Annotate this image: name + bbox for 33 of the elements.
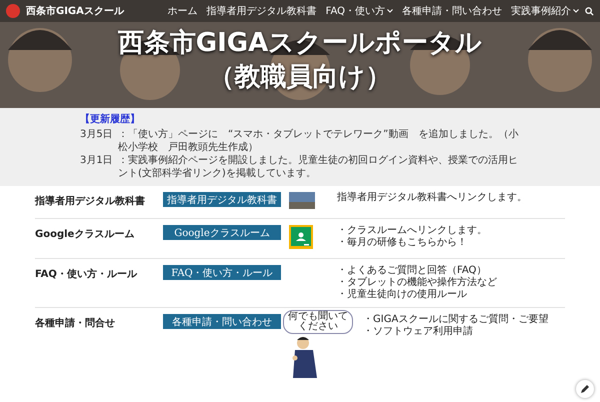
update-history-heading: 【更新履歴】 (80, 113, 141, 126)
link-button[interactable]: Googleクラスルーム (163, 225, 281, 240)
site-title[interactable]: 西条市GIGAスクール (26, 4, 124, 18)
nav-link[interactable]: 指導者用デジタル教科書 (206, 4, 317, 18)
section-title: 指導者用デジタル教科書 (35, 194, 146, 208)
description-line: ・クラスルームへリンクします。 (337, 225, 488, 237)
description-line: ・よくあるご質問と回答（FAQ） (337, 265, 488, 276)
speech-bubble: 何でも聞いてください (283, 310, 353, 334)
link-button[interactable]: 各種申請・問い合わせ (163, 314, 281, 329)
section-title: 各種申請・問合せ (35, 316, 116, 330)
description-line: ・GIGAスクールに関するご質問・ご要望 (363, 314, 550, 326)
description-line: ・タブレットの機能や操作方法など (337, 277, 498, 288)
nav-link[interactable]: 各種申請・問い合わせ (402, 4, 502, 18)
nav-link[interactable]: 実践事例紹介 (511, 4, 579, 18)
search-icon[interactable] (585, 6, 594, 16)
link-button[interactable]: 指導者用デジタル教科書 (163, 192, 281, 207)
update-text: ：「使い方」ページに “スマホ・タブレットでテレワーク”動画 を追加しました。（小松小学校 戸田教頭先生作成） (118, 128, 520, 154)
description-line: 指導者用デジタル教科書へリンクします。 (337, 192, 528, 204)
section-title: FAQ・使い方・ルール (35, 267, 138, 281)
hero-title: 西条市GIGAスクールポータル （教職員向け） (118, 27, 482, 94)
update-date: 3月1日 (80, 154, 114, 168)
edit-button[interactable] (576, 380, 594, 398)
classroom-icon[interactable] (289, 225, 313, 249)
section-title: Googleクラスルーム (35, 228, 136, 241)
description-line: ・毎月の研修もこちらから！ (337, 237, 468, 249)
update-date: 3月5日 (80, 128, 114, 142)
update-text: ：実践事例紹介ページを開設しました。児童生徒の初回ログイン資料や、授業での活用ヒント(文部科学省リンク)を掲載しています。 (118, 154, 519, 180)
description-line: ・児童生徒向けの使用ルール (337, 289, 468, 301)
pencil-icon (580, 384, 590, 394)
nav-link[interactable]: ホーム (168, 4, 198, 18)
link-button[interactable]: FAQ・使い方・ルール (163, 265, 281, 280)
description-line: ・ソフトウェア利用申請 (363, 326, 474, 338)
nav-link[interactable]: FAQ・使い方 (326, 4, 393, 18)
